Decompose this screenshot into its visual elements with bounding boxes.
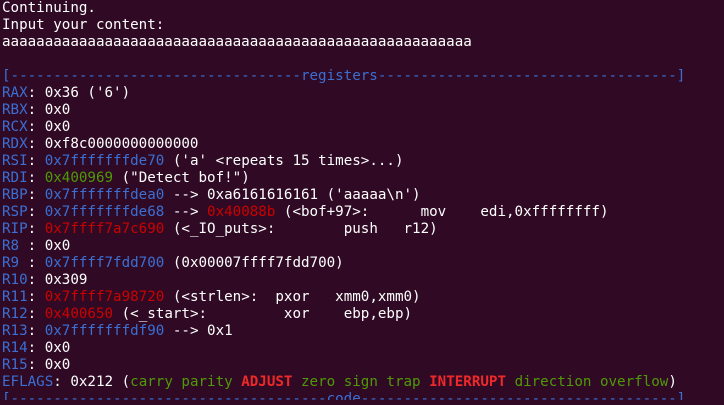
code-header-left: [------------------------------------- bbox=[2, 391, 327, 400]
register-name: R9 bbox=[2, 255, 28, 271]
register-detail: (<_IO_puts>: push r12) bbox=[172, 221, 438, 237]
register-name: RDI bbox=[2, 170, 28, 186]
registers-header-left: [---------------------------------- bbox=[2, 68, 301, 84]
register-value: 0x212 bbox=[70, 374, 114, 390]
register-rdx: RDX: 0xf8c0000000000000 bbox=[2, 136, 199, 152]
code-header-title: code bbox=[326, 391, 361, 400]
register-rsp: RSP: 0x7fffffffde68 --> 0x40088b (<bof+9… bbox=[2, 204, 609, 220]
registers-header-title: registers bbox=[300, 68, 378, 84]
register-address: 0x7fffffffde70 bbox=[44, 153, 165, 169]
register-value: 0x0 bbox=[44, 102, 71, 118]
eflags-open: ( bbox=[121, 374, 131, 390]
register-name: RBX bbox=[2, 102, 28, 118]
register-address: 0x7ffff7a98720 bbox=[44, 289, 165, 305]
register-name: R14 bbox=[2, 340, 28, 356]
register-address: 0x7fffffffdf90 bbox=[44, 323, 165, 339]
register-value: 0x36 ('6') bbox=[44, 85, 131, 101]
register-rax: RAX: 0x36 ('6') bbox=[2, 85, 131, 101]
register-r10: R10: 0x309 bbox=[2, 272, 88, 288]
status-line: Continuing. bbox=[2, 0, 96, 16]
register-rbp: RBP: 0x7fffffffdea0 --> 0xa6161616161 ('… bbox=[2, 187, 421, 203]
input-echo: aaaaaaaaaaaaaaaaaaaaaaaaaaaaaaaaaaaaaaaa… bbox=[2, 34, 472, 50]
register-rdi: RDI: 0x400969 ("Detect bof!") bbox=[2, 170, 250, 186]
register-detail: (<_start>: xor ebp,ebp) bbox=[121, 306, 413, 322]
register-rcx: RCX: 0x0 bbox=[2, 119, 71, 135]
eflags-clear-flags: zero sign trap bbox=[301, 374, 421, 390]
register-address: 0x7fffffffdea0 bbox=[44, 187, 165, 203]
register-name: RBP bbox=[2, 187, 28, 203]
register-address: 0x7ffff7a7c690 bbox=[44, 221, 165, 237]
register-detail: (0x00007ffff7fdd700) bbox=[172, 255, 344, 271]
code-header-right: -------------------------------------] bbox=[360, 391, 686, 400]
register-rip: RIP: 0x7ffff7a7c690 (<_IO_puts>: push r1… bbox=[2, 221, 438, 237]
register-r9: R9 : 0x7ffff7fdd700 (0x00007ffff7fdd700) bbox=[2, 255, 344, 271]
register-name: RAX bbox=[2, 85, 28, 101]
register-value: 0x0 bbox=[44, 119, 71, 135]
register-r15: R15: 0x0 bbox=[2, 357, 71, 373]
register-address: 0x400969 bbox=[44, 170, 114, 186]
register-value: 0x309 bbox=[44, 272, 88, 288]
eflags-close: ) bbox=[668, 374, 677, 390]
register-detail: ("Detect bof!") bbox=[121, 170, 250, 186]
register-r12: R12: 0x400650 (<_start>: xor ebp,ebp) bbox=[2, 306, 413, 322]
register-name: R10 bbox=[2, 272, 28, 288]
register-address: 0x400650 bbox=[44, 306, 114, 322]
code-header: [-------------------------------------co… bbox=[2, 391, 724, 400]
register-value: 0x0 bbox=[44, 357, 71, 373]
register-detail: --> 0x1 bbox=[172, 323, 233, 339]
pointer-target: 0x40088b bbox=[207, 204, 276, 220]
register-name: RSP bbox=[2, 204, 28, 220]
terminal-window[interactable]: Continuing. Input your content: aaaaaaaa… bbox=[0, 0, 724, 405]
register-address: 0x7fffffffde68 bbox=[44, 204, 165, 220]
register-name: RSI bbox=[2, 153, 28, 169]
register-name: R8 bbox=[2, 238, 28, 254]
registers-header-right: -----------------------------------] bbox=[377, 68, 686, 84]
register-detail: ('a' <repeats 15 times>...) bbox=[172, 153, 404, 169]
eflags-clear-flags: carry parity bbox=[130, 374, 233, 390]
register-r14: R14: 0x0 bbox=[2, 340, 71, 356]
register-rsi: RSI: 0x7fffffffde70 ('a' <repeats 15 tim… bbox=[2, 153, 404, 169]
register-name: R13 bbox=[2, 323, 28, 339]
register-r8: R8 : 0x0 bbox=[2, 238, 71, 254]
register-name: EFLAGS bbox=[2, 374, 54, 390]
register-r11: R11: 0x7ffff7a98720 (<strlen>: pxor xmm0… bbox=[2, 289, 421, 305]
register-address: 0x7ffff7fdd700 bbox=[44, 255, 165, 271]
register-detail: (<bof+97>: mov edi,0xffffffff) bbox=[283, 204, 609, 220]
eflags-set-flag: ADJUST bbox=[241, 374, 293, 390]
register-name: R15 bbox=[2, 357, 28, 373]
register-rbx: RBX: 0x0 bbox=[2, 102, 71, 118]
pointer-arrow: --> bbox=[172, 204, 199, 220]
eflags-set-flag: INTERRUPT bbox=[429, 374, 507, 390]
register-value: 0xf8c0000000000000 bbox=[44, 136, 199, 152]
register-r13: R13: 0x7fffffffdf90 --> 0x1 bbox=[2, 323, 233, 339]
register-detail: --> 0xa6161616161 ('aaaaa\n') bbox=[172, 187, 421, 203]
register-name: R11 bbox=[2, 289, 28, 305]
register-value: 0x0 bbox=[44, 340, 71, 356]
register-value: 0x0 bbox=[44, 238, 71, 254]
register-eflags: EFLAGS: 0x212 (carry parity ADJUST zero … bbox=[2, 374, 677, 390]
register-name: R12 bbox=[2, 306, 28, 322]
registers-header: [----------------------------------regis… bbox=[2, 68, 724, 85]
register-name: RCX bbox=[2, 119, 28, 135]
register-name: RIP bbox=[2, 221, 28, 237]
register-name: RDX bbox=[2, 136, 28, 152]
input-prompt: Input your content: bbox=[2, 17, 165, 33]
eflags-clear-flags: direction overflow bbox=[514, 374, 669, 390]
register-detail: (<strlen>: pxor xmm0,xmm0) bbox=[172, 289, 421, 305]
